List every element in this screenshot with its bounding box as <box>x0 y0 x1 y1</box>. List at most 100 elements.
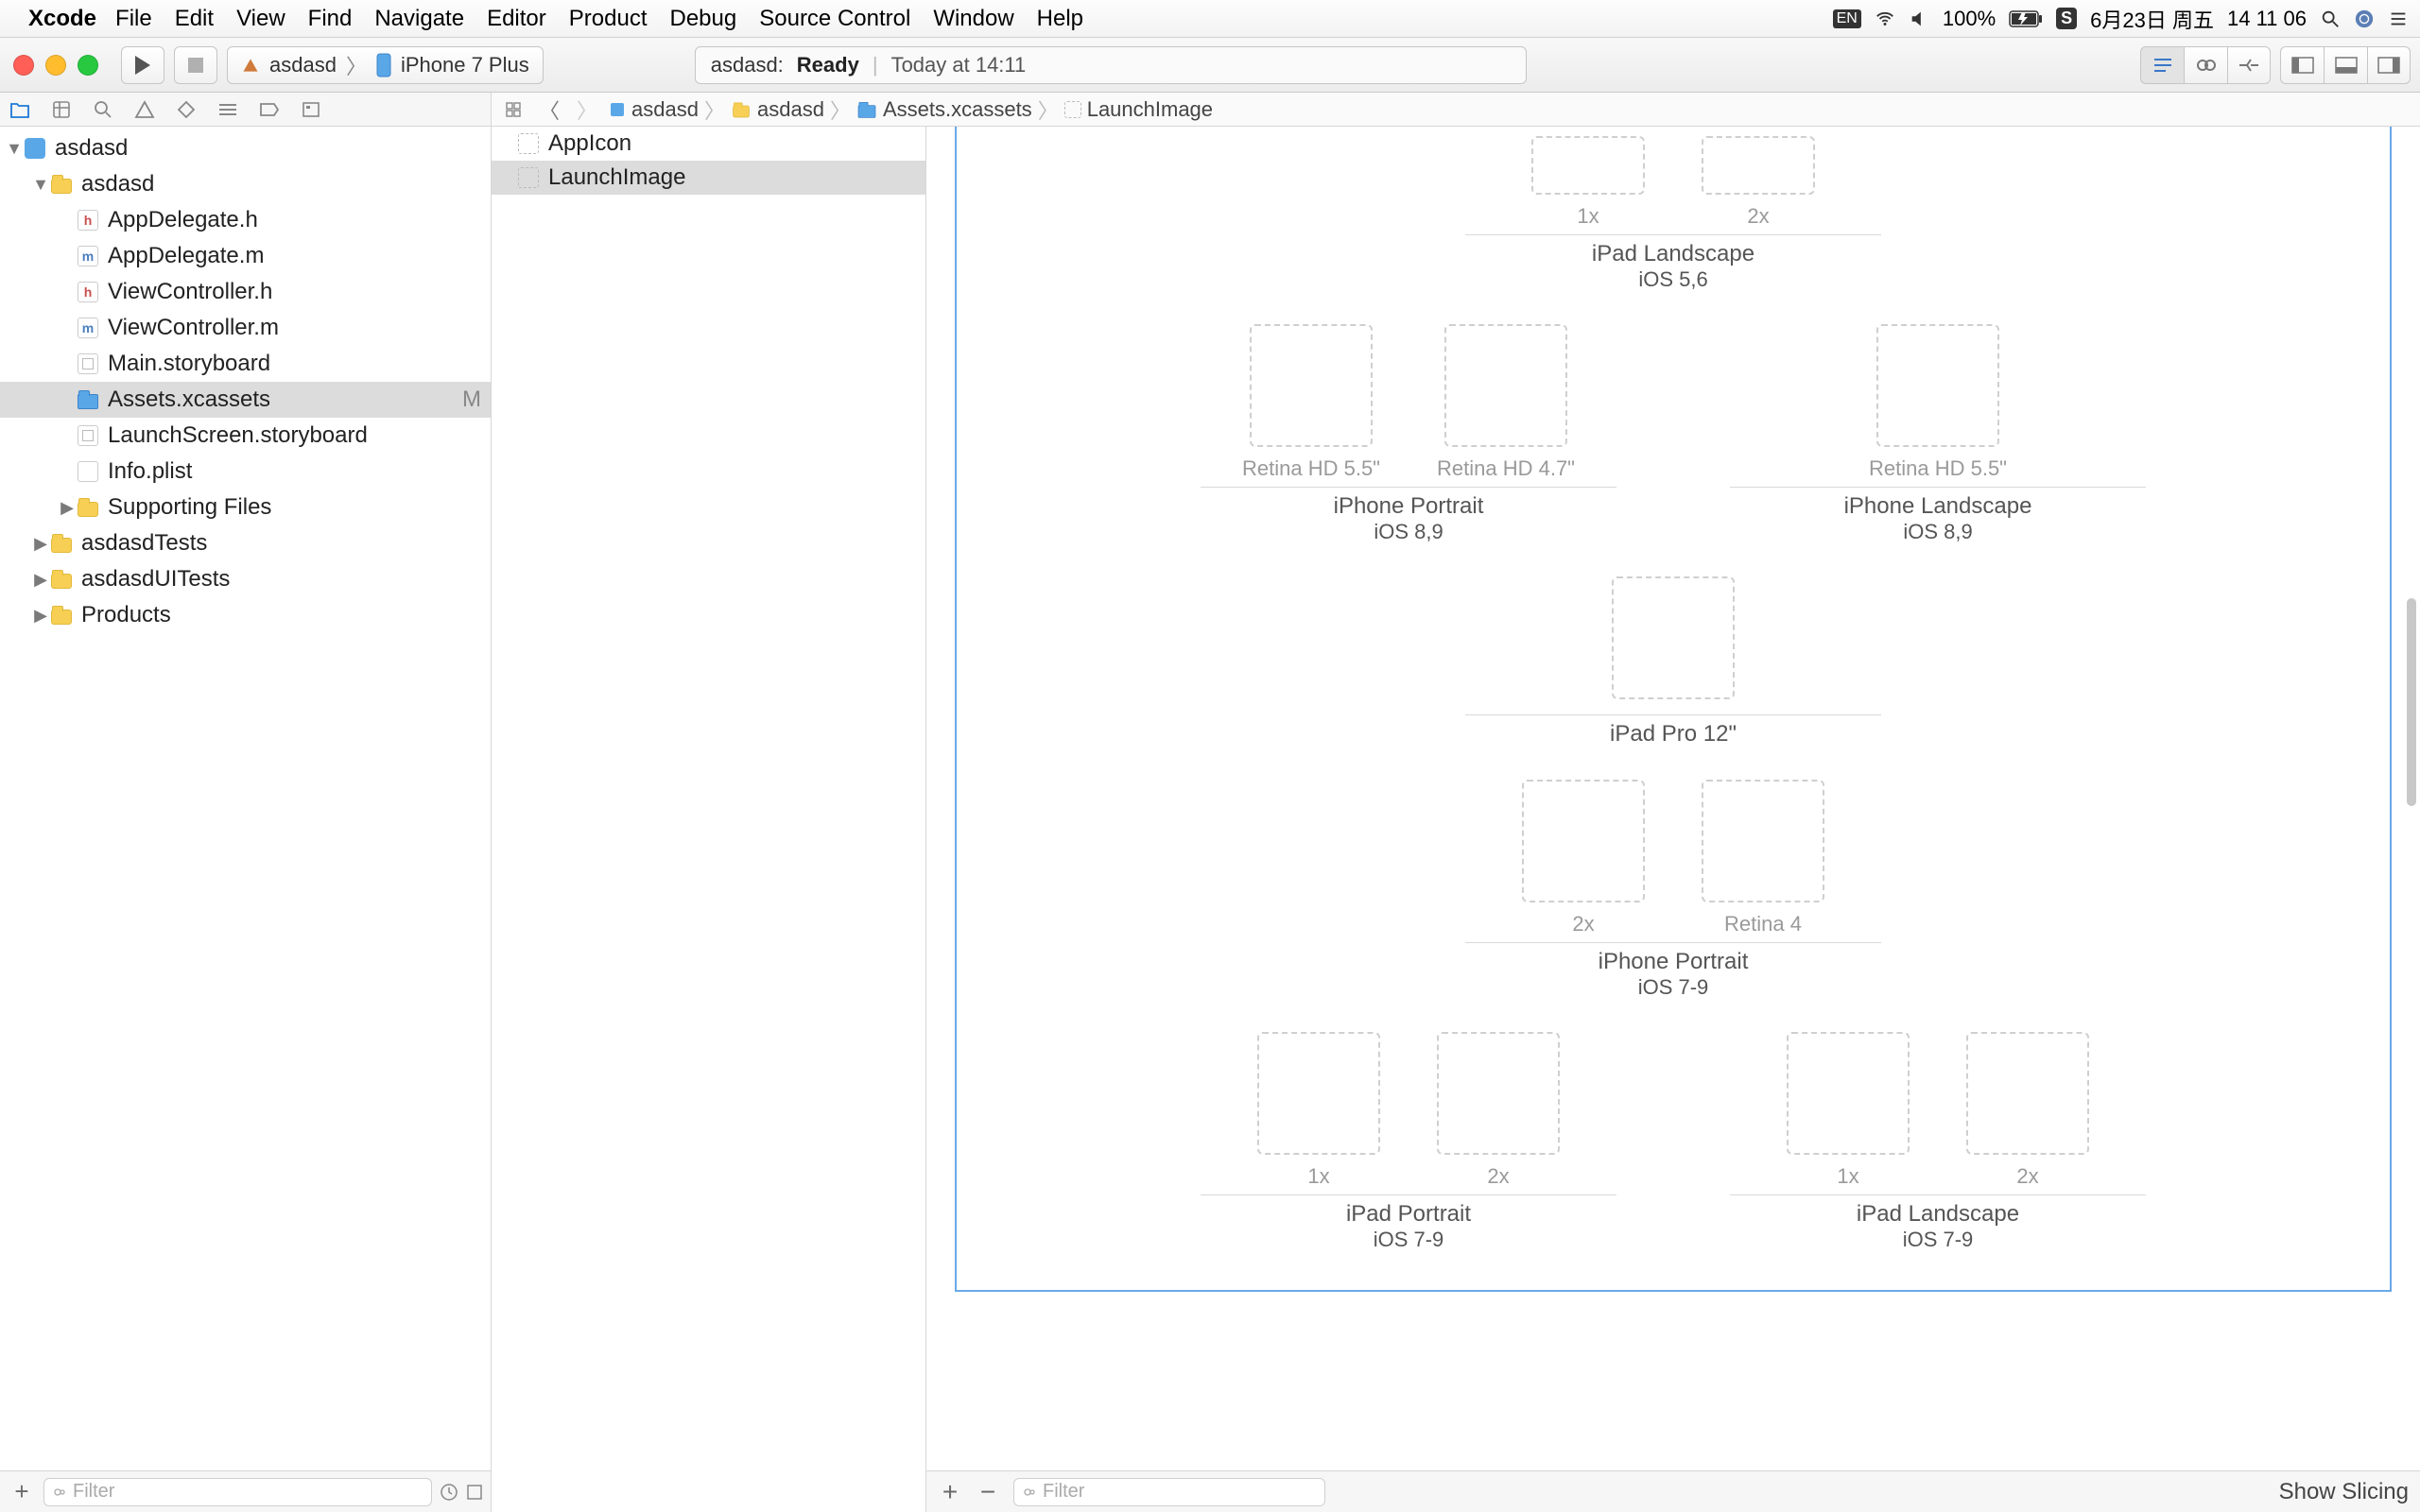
menu-editor[interactable]: Editor <box>487 6 546 32</box>
menu-edit[interactable]: Edit <box>175 6 214 32</box>
jump-crumb-assets[interactable]: Assets.xcassets <box>856 97 1032 122</box>
file-appdelegate-m[interactable]: mAppDelegate.m <box>0 238 491 274</box>
asset-filter-input[interactable]: Filter <box>1013 1478 1325 1506</box>
group-products[interactable]: ▶Products <box>0 597 491 633</box>
image-well[interactable]: 2x <box>1522 780 1645 936</box>
go-forward-button[interactable]: 〉 <box>571 94 603 125</box>
image-well[interactable]: 2x <box>1966 1032 2089 1189</box>
file-launchscreen-storyboard[interactable]: LaunchScreen.storyboard <box>0 418 491 454</box>
menu-find[interactable]: Find <box>308 6 353 32</box>
image-well[interactable] <box>1612 576 1735 709</box>
go-back-button[interactable]: 〈 <box>533 94 565 125</box>
image-well[interactable]: 1x <box>1531 136 1645 229</box>
file-appdelegate-h[interactable]: hAppDelegate.h <box>0 202 491 238</box>
group-asdasduitests[interactable]: ▶asdasdUITests <box>0 561 491 597</box>
menu-source-control[interactable]: Source Control <box>759 6 910 32</box>
image-well[interactable]: Retina HD 5.5" <box>1869 324 2007 481</box>
source-control-navigator-tab[interactable] <box>49 97 74 122</box>
toggle-debug-area-button[interactable] <box>2324 46 2367 84</box>
menu-view[interactable]: View <box>236 6 285 32</box>
spotlight-icon[interactable] <box>2320 9 2341 29</box>
sogou-input-icon[interactable]: S <box>2056 8 2077 29</box>
assistant-editor-button[interactable] <box>2184 46 2227 84</box>
file-viewcontroller-m[interactable]: mViewController.m <box>0 310 491 346</box>
jump-crumb-project[interactable]: asdasd <box>609 97 699 122</box>
asset-appicon[interactable]: AppIcon <box>492 127 925 161</box>
jump-crumb-launchimage[interactable]: LaunchImage <box>1064 97 1213 122</box>
menu-product[interactable]: Product <box>569 6 648 32</box>
notification-center-icon[interactable] <box>2388 9 2409 29</box>
input-source-icon[interactable]: EN <box>1833 9 1861 28</box>
image-well[interactable]: 2x <box>1437 1032 1560 1189</box>
add-asset-button[interactable]: + <box>938 1477 962 1507</box>
menu-file[interactable]: File <box>115 6 152 32</box>
add-file-button[interactable]: + <box>8 1477 36 1506</box>
file-main-storyboard[interactable]: Main.storyboard <box>0 346 491 382</box>
xcode-toolbar: asdasd 〉 iPhone 7 Plus asdasd: Ready | T… <box>0 38 2420 93</box>
file-viewcontroller-h[interactable]: hViewController.h <box>0 274 491 310</box>
standard-editor-button[interactable] <box>2140 46 2184 84</box>
scheme-selector[interactable]: asdasd 〉 iPhone 7 Plus <box>227 46 544 84</box>
show-slicing-button[interactable]: Show Slicing <box>2279 1479 2409 1505</box>
menu-navigate[interactable]: Navigate <box>374 6 464 32</box>
minimize-window-button[interactable] <box>45 55 66 76</box>
header-file-icon: h <box>78 282 98 302</box>
issue-navigator-tab[interactable] <box>132 97 157 122</box>
header-file-icon: h <box>78 210 98 231</box>
project-navigator-tab[interactable] <box>8 97 32 122</box>
remove-asset-button[interactable]: − <box>976 1477 1000 1507</box>
menubar-time[interactable]: 14 11 06 <box>2227 7 2307 31</box>
zoom-window-button[interactable] <box>78 55 98 76</box>
run-button[interactable] <box>121 46 164 84</box>
asset-canvas[interactable]: 1x2xiPad LandscapeiOS 5,6Retina HD 5.5"R… <box>926 127 2420 1512</box>
wifi-icon[interactable] <box>1875 9 1895 29</box>
app-menu[interactable]: Xcode <box>28 6 96 32</box>
group-subtitle: iOS 5,6 <box>1638 267 1707 292</box>
siri-icon[interactable] <box>2354 9 2375 29</box>
asset-outline[interactable]: AppIcon LaunchImage <box>492 127 926 1512</box>
toggle-utilities-button[interactable] <box>2367 46 2411 84</box>
version-editor-button[interactable] <box>2227 46 2271 84</box>
volume-icon[interactable] <box>1909 9 1929 29</box>
jump-bar[interactable]: 〈 〉 asdasd 〉 asdasd 〉 Assets.xcassets 〉 … <box>492 93 2420 127</box>
close-window-button[interactable] <box>13 55 34 76</box>
debug-navigator-tab[interactable] <box>216 97 240 122</box>
related-items-button[interactable] <box>499 101 527 118</box>
stop-button[interactable] <box>174 46 217 84</box>
image-well[interactable]: Retina 4 <box>1702 780 1824 936</box>
test-navigator-tab[interactable] <box>174 97 199 122</box>
toggle-navigator-button[interactable] <box>2280 46 2324 84</box>
file-assets-xcassets[interactable]: Assets.xcassetsM <box>0 382 491 418</box>
menu-debug[interactable]: Debug <box>670 6 737 32</box>
asset-label: LaunchImage <box>548 164 685 191</box>
image-well[interactable]: Retina HD 5.5" <box>1242 324 1380 481</box>
image-well[interactable]: 1x <box>1257 1032 1380 1189</box>
group-label: Products <box>81 602 171 628</box>
symbol-navigator-tab[interactable] <box>91 97 115 122</box>
scale-label: Retina HD 5.5" <box>1869 456 2007 481</box>
project-icon <box>25 138 45 159</box>
project-root[interactable]: ▼ asdasd <box>0 130 491 166</box>
file-info-plist[interactable]: Info.plist <box>0 454 491 490</box>
file-label: ViewController.m <box>108 315 279 341</box>
group-title: iPhone Landscape <box>1844 493 2032 520</box>
battery-icon[interactable] <box>2009 10 2043 27</box>
menu-window[interactable]: Window <box>933 6 1013 32</box>
group-asdasd[interactable]: ▼ asdasd <box>0 166 491 202</box>
image-well[interactable]: Retina HD 4.7" <box>1437 324 1575 481</box>
menubar-date[interactable]: 6月23日 周五 <box>2090 4 2214 34</box>
project-navigator-tree[interactable]: ▼ asdasd ▼ asdasd hAppDelegate.hmAppDele… <box>0 127 491 1470</box>
image-well[interactable]: 2x <box>1702 136 1815 229</box>
breakpoint-navigator-tab[interactable] <box>257 97 282 122</box>
jump-crumb-group[interactable]: asdasd <box>731 97 824 122</box>
supporting-files-group[interactable]: ▶ Supporting Files <box>0 490 491 525</box>
scm-filter-icon[interactable] <box>466 1484 483 1501</box>
recent-filter-icon[interactable] <box>440 1483 458 1502</box>
report-navigator-tab[interactable] <box>299 97 323 122</box>
group-asdasdtests[interactable]: ▶asdasdTests <box>0 525 491 561</box>
asset-launchimage[interactable]: LaunchImage <box>492 161 925 195</box>
scrollbar[interactable] <box>2405 136 2418 1455</box>
image-well[interactable]: 1x <box>1787 1032 1910 1189</box>
menu-help[interactable]: Help <box>1037 6 1083 32</box>
navigator-filter-input[interactable]: Filter <box>43 1478 432 1506</box>
